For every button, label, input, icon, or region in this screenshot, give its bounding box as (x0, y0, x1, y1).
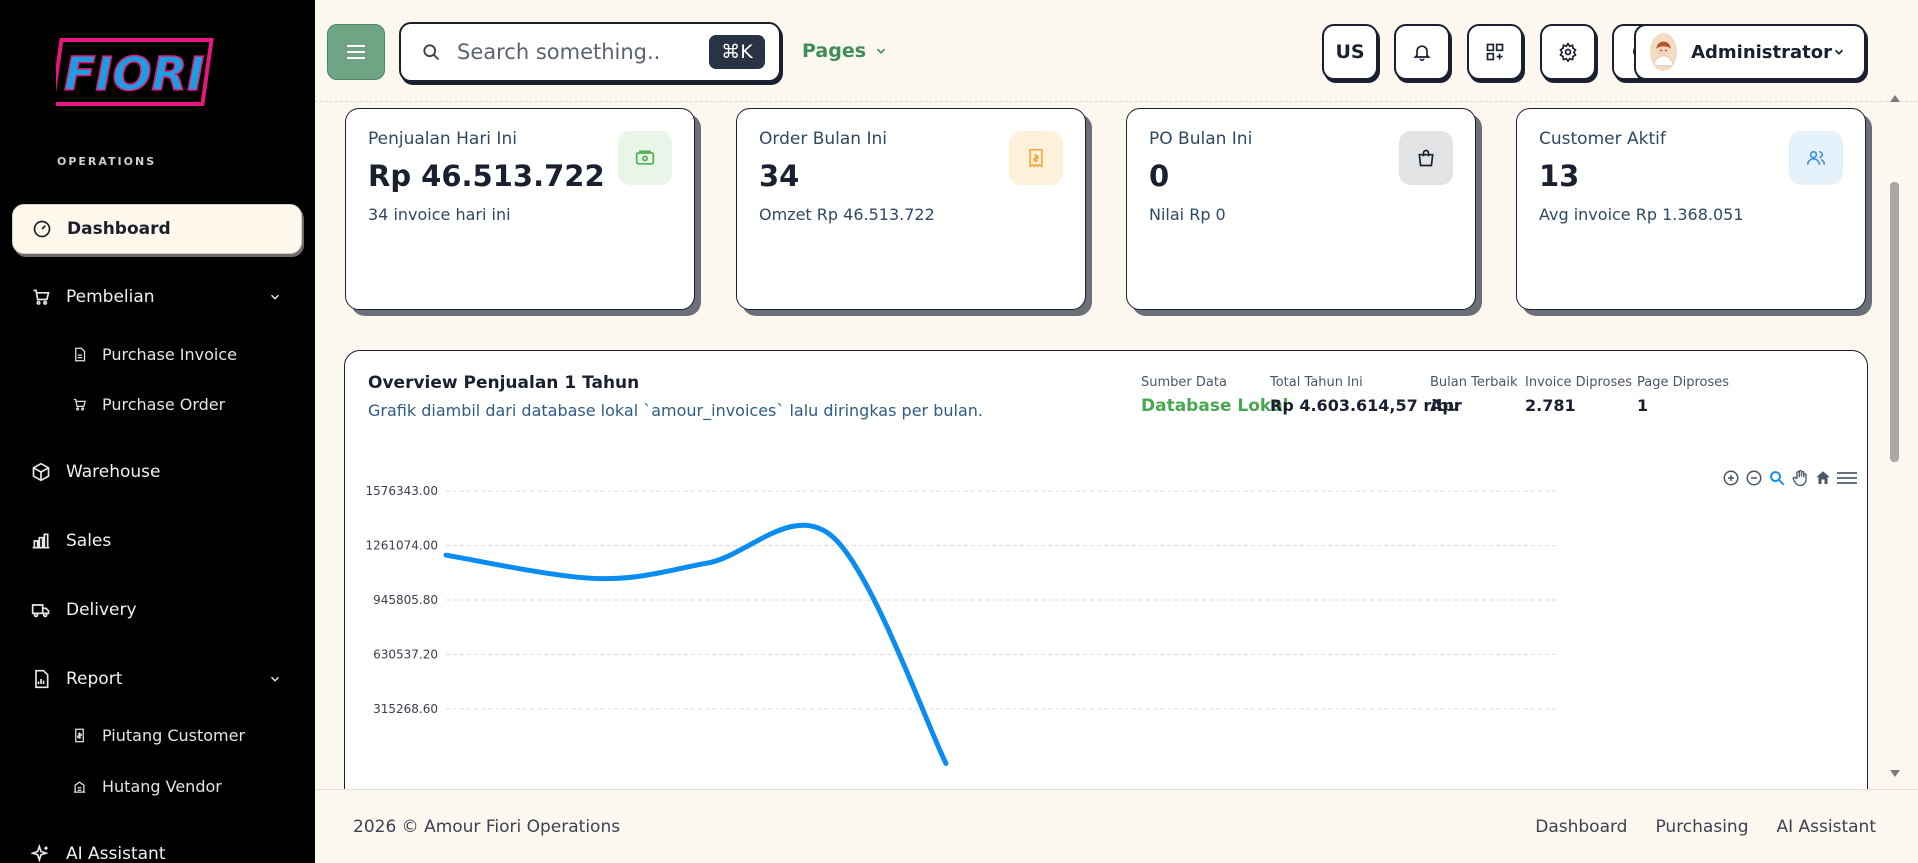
search-icon (421, 42, 441, 62)
receipt-icon (1009, 131, 1063, 185)
chevron-down-icon (1832, 45, 1846, 59)
scroll-up-icon[interactable] (1889, 93, 1901, 103)
report-icon (30, 668, 52, 690)
apps-grid-icon (1486, 43, 1504, 61)
sidebar-item-label: AI Assistant (66, 844, 166, 863)
document-icon (72, 346, 88, 362)
notifications-button[interactable] (1394, 24, 1450, 80)
stat-subtitle: Avg invoice Rp 1.368.051 (1539, 205, 1744, 224)
section-label: OPERATIONS (57, 155, 157, 168)
user-name: Administrator (1691, 41, 1832, 63)
stat-subtitle: Omzet Rp 46.513.722 (759, 205, 935, 224)
search-placeholder: Search something.. (457, 40, 661, 64)
sidebar-item-delivery[interactable]: Delivery (12, 585, 302, 635)
y-tick-label: 630537.20 (373, 648, 438, 662)
chevron-down-icon (268, 671, 282, 691)
sidebar-item-label: Report (66, 669, 123, 689)
scrollbar[interactable] (1888, 95, 1918, 789)
footer-links: Dashboard Purchasing AI Assistant (1535, 817, 1876, 837)
search-input[interactable]: Search something.. ⌘K (399, 22, 781, 82)
language-button[interactable]: US (1322, 24, 1378, 80)
shopping-bag-icon (1399, 131, 1453, 185)
sidebar-item-hutang-vendor[interactable]: Hutang Vendor (72, 771, 222, 801)
hamburger-icon (347, 45, 365, 59)
stat-card-customer: Customer Aktif 13 Avg invoice Rp 1.368.0… (1516, 108, 1866, 310)
sidebar-item-label: Hutang Vendor (102, 776, 222, 796)
y-tick-label: 1261074.00 (365, 539, 438, 553)
sidebar-item-label: Piutang Customer (102, 725, 246, 745)
sidebar-item-label: Pembelian (66, 287, 155, 307)
sidebar-item-label: Warehouse (66, 462, 161, 482)
copyright: 2026 © Amour Fiori Operations (353, 817, 621, 837)
footer: 2026 © Amour Fiori Operations Dashboard … (315, 789, 1918, 863)
sidebar-item-purchase-order[interactable]: Purchase Order (72, 389, 225, 419)
y-tick-label: 1576343.00 (365, 484, 438, 498)
cart-icon (72, 396, 88, 412)
scroll-down-icon[interactable] (1889, 769, 1901, 779)
bar-chart-icon (30, 530, 52, 552)
menu-toggle-button[interactable] (327, 24, 385, 80)
fiori-logo[interactable]: FIORI (56, 36, 216, 112)
bell-icon (1413, 45, 1431, 62)
stat-card-po: PO Bulan Ini 0 Nilai Rp 0 (1126, 108, 1476, 310)
user-menu-button[interactable]: Administrator (1634, 24, 1866, 80)
stat-card-order: Order Bulan Ini 34 Omzet Rp 46.513.722 (736, 108, 1086, 310)
settings-button[interactable] (1540, 24, 1596, 80)
sales-overview-card: Overview Penjualan 1 Tahun Grafik diambi… (344, 350, 1868, 789)
pages-label: Pages (802, 40, 867, 62)
sidebar: FIORI OPERATIONS Dashboard Pembelian Pur… (0, 0, 315, 863)
sidebar-item-label: Purchase Order (102, 394, 226, 414)
sidebar-item-warehouse[interactable]: Warehouse (12, 447, 302, 497)
language-label: US (1335, 41, 1365, 63)
avatar (1650, 33, 1678, 71)
apps-button[interactable] (1467, 24, 1523, 80)
sidebar-item-label: Dashboard (67, 219, 171, 239)
svg-text:FIORI: FIORI (64, 47, 204, 101)
sidebar-item-label: Purchase Invoice (102, 344, 237, 364)
shortcut-badge: ⌘K (709, 35, 765, 69)
scrollbar-thumb[interactable] (1890, 182, 1899, 462)
footer-link-dashboard[interactable]: Dashboard (1535, 817, 1627, 837)
box-icon (30, 461, 52, 483)
stat-subtitle: 34 invoice hari ini (368, 205, 511, 224)
sidebar-item-report[interactable]: Report (12, 654, 302, 704)
pages-dropdown[interactable]: Pages (802, 40, 888, 62)
sales-series-line (443, 522, 949, 766)
cash-icon (618, 131, 672, 185)
footer-link-purchasing[interactable]: Purchasing (1655, 817, 1748, 837)
footer-link-ai-assistant[interactable]: AI Assistant (1777, 817, 1877, 837)
sidebar-item-label: Delivery (66, 600, 137, 620)
money-doc-icon (72, 727, 88, 743)
sidebar-item-pembelian[interactable]: Pembelian (12, 272, 302, 322)
truck-icon (30, 599, 52, 621)
sidebar-item-label: Sales (66, 531, 112, 551)
sales-line-chart: 1576343.00 1261074.00 945805.80 630537.20 31… (365, 484, 1558, 766)
building-icon (72, 778, 88, 794)
users-icon (1789, 131, 1843, 185)
sidebar-item-ai-assistant[interactable]: AI Assistant (12, 829, 302, 863)
sidebar-item-purchase-invoice[interactable]: Purchase Invoice (72, 339, 237, 369)
y-tick-label: 315268.60 (373, 702, 438, 716)
sidebar-item-piutang-customer[interactable]: Piutang Customer (72, 720, 245, 750)
sparkle-icon (30, 843, 52, 863)
y-tick-label: 945805.80 (373, 593, 438, 607)
main-content: Penjualan Hari Ini Rp 46.513.722 34 invo… (315, 102, 1888, 789)
stat-card-penjualan: Penjualan Hari Ini Rp 46.513.722 34 invo… (345, 108, 695, 310)
sidebar-item-dashboard[interactable]: Dashboard (12, 204, 302, 254)
sidebar-item-sales[interactable]: Sales (12, 516, 302, 566)
topbar: Search something.. ⌘K Pages US Administr… (315, 0, 1918, 102)
chevron-down-icon (268, 289, 282, 309)
dashboard-icon (31, 218, 53, 240)
chevron-down-icon (874, 44, 888, 58)
stat-subtitle: Nilai Rp 0 (1149, 205, 1226, 224)
gear-icon (1559, 42, 1577, 62)
cart-icon (30, 286, 52, 308)
